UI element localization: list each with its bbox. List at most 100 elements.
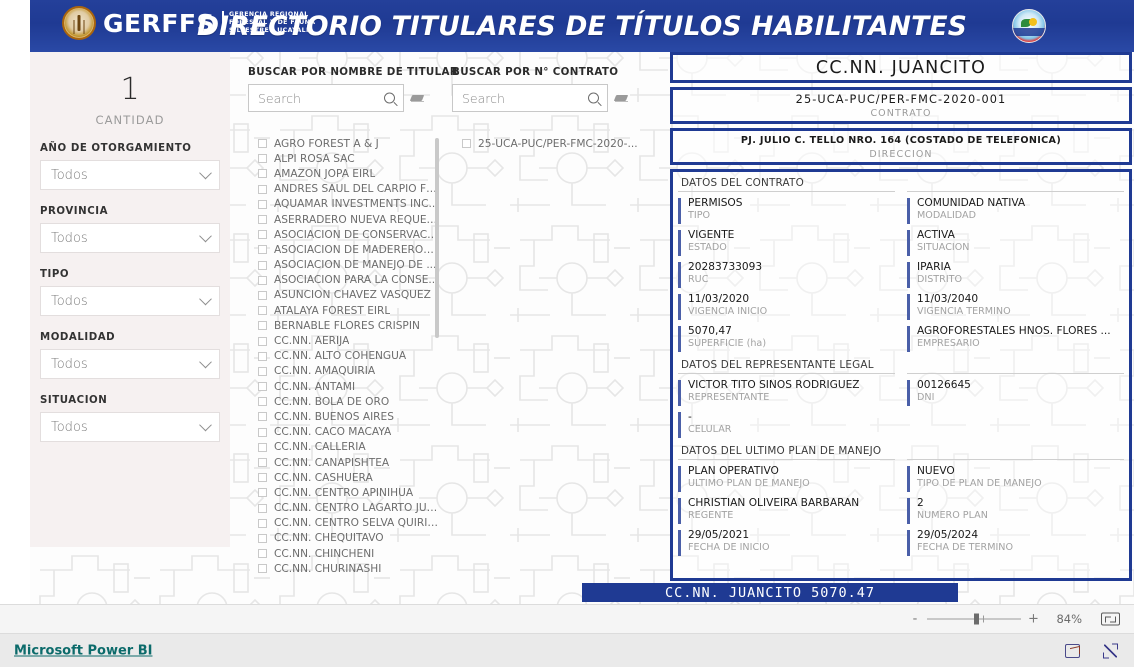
search-contrato-input[interactable]: Search <box>452 84 608 112</box>
titular-list-item[interactable]: CC.NN. CALLERIA <box>248 440 440 455</box>
titular-list-item[interactable]: CC.NN. CACO MACAYA <box>248 425 440 440</box>
checkbox-icon[interactable] <box>258 275 267 285</box>
field-value: 2 <box>917 497 924 509</box>
checkbox-icon[interactable] <box>258 549 267 559</box>
checkbox-icon[interactable] <box>258 412 267 422</box>
fit-to-screen-icon[interactable] <box>1101 612 1120 626</box>
filter-dropdown-situacion[interactable]: Todos <box>40 412 220 442</box>
filter-dropdown-tipo[interactable]: Todos <box>40 286 220 316</box>
search-icon[interactable] <box>384 92 395 104</box>
titular-list-item[interactable]: CC.NN. ANTAMI <box>248 379 440 394</box>
checkbox-icon[interactable] <box>258 533 267 543</box>
titular-list-item[interactable]: CC.NN. CHEQUITAVO <box>248 531 440 546</box>
checkbox-icon[interactable] <box>258 230 267 240</box>
checkbox-icon[interactable] <box>258 488 267 498</box>
titular-list-scroll[interactable]: AGRO FOREST A & J ALPI ROSA SAC AMAZON JOP… <box>248 136 440 580</box>
checkbox-icon[interactable] <box>462 139 471 149</box>
filter-dropdown-provincia[interactable]: Todos <box>40 223 220 253</box>
checkbox-icon[interactable] <box>258 184 267 194</box>
filter-label: SITUACION <box>40 395 108 406</box>
field-label: TIPO DE PLAN DE MANEJO <box>917 478 1042 489</box>
checkbox-icon[interactable] <box>258 458 267 468</box>
titular-list-item[interactable]: ASERRADERO NUEVA REQUEN... <box>248 212 440 227</box>
list-item-label: ASOCIACION DE MADEREROS ... <box>274 243 440 256</box>
checkbox-icon[interactable] <box>258 382 267 392</box>
checkbox-icon[interactable] <box>258 397 267 407</box>
titular-list-item[interactable]: CC.NN. CASHUERA <box>248 470 440 485</box>
search-titular-input[interactable]: Search <box>248 84 404 112</box>
checkbox-icon[interactable] <box>258 154 267 164</box>
fullscreen-icon[interactable] <box>1103 643 1118 658</box>
titular-list-item[interactable]: CC.NN. CENTRO APINIHUA <box>248 485 440 500</box>
section-columns: PLAN OPERATIVO ULTIMO PLAN DE MANEJO CHRIS… <box>678 459 1124 561</box>
cantidad-value: 1 <box>120 72 140 107</box>
titular-list-item[interactable]: CC.NN. CENTRO SELVA QUIRIS... <box>248 516 440 531</box>
chevron-down-icon <box>199 418 212 432</box>
checkbox-icon[interactable] <box>258 473 267 483</box>
checkbox-icon[interactable] <box>258 427 267 437</box>
share-icon[interactable] <box>1065 643 1080 658</box>
checkbox-icon[interactable] <box>258 260 267 270</box>
checkbox-icon[interactable] <box>258 321 267 331</box>
titular-list-item[interactable]: ASOCIACION DE MADEREROS ... <box>248 242 440 257</box>
filter-dropdown-anio-otorgamiento[interactable]: Todos <box>40 160 220 190</box>
detail-sections-panel: DATOS DEL CONTRATO PERMISOS TIPO VIGENTE EST… <box>670 169 1132 581</box>
titular-list-item[interactable]: CC.NN. BUENOS AIRES <box>248 409 440 424</box>
checkbox-icon[interactable] <box>258 503 267 513</box>
contrato-list-item[interactable]: 25-UCA-PUC/PER-FMC-2020-... <box>452 136 652 151</box>
checkbox-icon[interactable] <box>258 351 267 361</box>
section-column-left: VICTOR TITO SIÑOS RODRIGUEZ REPRESENTANTE… <box>678 373 895 443</box>
checkbox-icon[interactable] <box>258 215 267 225</box>
filter-dropdown-modalidad[interactable]: Todos <box>40 349 220 379</box>
contrato-list-scroll[interactable]: 25-UCA-PUC/PER-FMC-2020-... <box>452 136 652 580</box>
field-value: 29/05/2021 <box>688 529 750 541</box>
checkbox-icon[interactable] <box>258 518 267 528</box>
titular-list-item[interactable]: ANDRES SAUL DEL CARPIO FE... <box>248 182 440 197</box>
titular-list-item[interactable]: AQUAMAR INVESTMENTS INC... <box>248 197 440 212</box>
titular-list-item[interactable]: CC.NN. BOLA DE ORO <box>248 394 440 409</box>
checkbox-icon[interactable] <box>258 199 267 209</box>
titular-list-item[interactable]: ASOCIACION DE MANEJO DE ... <box>248 258 440 273</box>
checkbox-icon[interactable] <box>258 139 267 149</box>
clear-titular-filter-icon[interactable] <box>410 92 425 105</box>
titular-list-item[interactable]: CC.NN. CENTRO LAGARTO JUV... <box>248 501 440 516</box>
checkbox-icon[interactable] <box>258 306 267 316</box>
checkbox-icon[interactable] <box>258 442 267 452</box>
titular-list-item[interactable]: CC.NN. ALTO COHENGUA <box>248 349 440 364</box>
titular-list-item[interactable]: BERNABLE FLORES CRISPIN <box>248 318 440 333</box>
titular-list-item[interactable]: ASOCIACION DE CONSERVACI... <box>248 227 440 242</box>
zoom-control[interactable]: - + <box>910 612 1039 627</box>
titular-list-item[interactable]: ATALAYA FOREST EIRL <box>248 303 440 318</box>
checkbox-icon[interactable] <box>258 366 267 376</box>
search-icon[interactable] <box>588 92 599 104</box>
titular-list-item[interactable]: ASUNCION CHAVEZ VASQUEZ <box>248 288 440 303</box>
titular-list-item[interactable]: ASOCIACION PARA LA CONSE... <box>248 273 440 288</box>
checkbox-icon[interactable] <box>258 245 267 255</box>
titular-list-item[interactable]: AGRO FOREST A & J <box>248 136 440 151</box>
titular-slicer-list[interactable]: AGRO FOREST A & J ALPI ROSA SAC AMAZON JOP… <box>248 136 440 580</box>
checkbox-icon[interactable] <box>258 336 267 346</box>
titular-list-item[interactable]: CC.NN. CHINCHENI <box>248 546 440 561</box>
list-item-label: CC.NN. AMAQUIRIA <box>274 365 376 378</box>
titular-list-item[interactable]: AMAZON JOPA EIRL <box>248 166 440 181</box>
checkbox-icon[interactable] <box>258 564 267 574</box>
microsoft-power-bi-link[interactable]: Microsoft Power BI <box>14 643 152 658</box>
titular-list-item[interactable]: CC.NN. AMAQUIRIA <box>248 364 440 379</box>
titular-list-item[interactable]: CC.NN. AERIJA <box>248 333 440 348</box>
zoom-in-button[interactable]: + <box>1028 612 1039 627</box>
zoom-slider[interactable] <box>927 613 1021 625</box>
titular-list-item[interactable]: ALPI ROSA SAC <box>248 151 440 166</box>
titular-scrollbar[interactable] <box>435 138 439 338</box>
titular-list-item[interactable]: CC.NN. CHURINASHI <box>248 561 440 576</box>
checkbox-icon[interactable] <box>258 290 267 300</box>
zoom-slider-thumb[interactable] <box>974 613 979 625</box>
checkbox-icon[interactable] <box>258 169 267 179</box>
contrato-slicer-list[interactable]: 25-UCA-PUC/PER-FMC-2020-... <box>452 136 652 580</box>
search-contrato-group: BUSCAR POR N° CONTRATO Search <box>452 66 629 112</box>
brand-sub-line-3: SILVESTRE - UCAYALI <box>229 27 309 35</box>
field-label: ULTIMO PLAN DE MANEJO <box>688 478 810 489</box>
titular-list-item[interactable]: CC.NN. CANAPISHTEA <box>248 455 440 470</box>
zoom-out-button[interactable]: - <box>910 612 920 627</box>
clear-contrato-filter-icon[interactable] <box>614 92 629 105</box>
section-column-right: 00126645 DNI <box>907 373 1124 443</box>
